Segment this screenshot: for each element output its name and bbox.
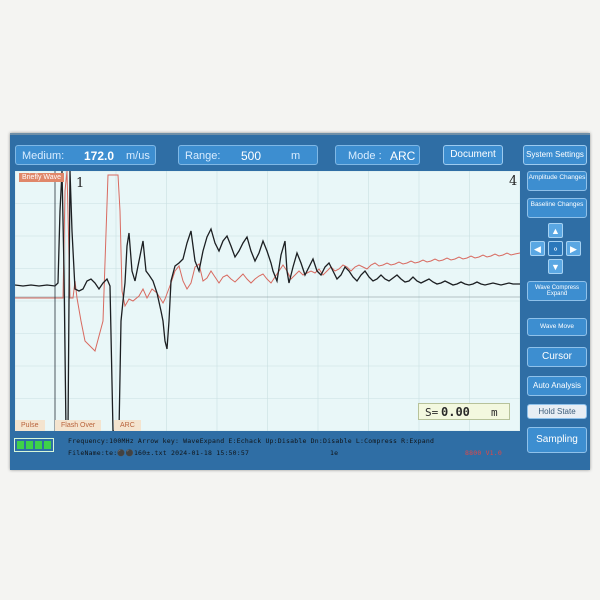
status-line-2: FileName:te:⚫⚫160±.txt 2024-01-18 15:50:…	[68, 449, 250, 457]
cursor-button[interactable]: Cursor	[527, 347, 587, 367]
waveform-svg	[15, 171, 520, 431]
tab-arc[interactable]: ARC	[114, 420, 141, 431]
sampling-button[interactable]: Sampling	[527, 427, 587, 453]
tab-flash-over[interactable]: Flash Over	[55, 420, 102, 431]
distance-value: 0.00	[441, 405, 470, 419]
medium-unit: m/us	[126, 150, 150, 162]
arrow-down-icon[interactable]: ▼	[548, 259, 563, 274]
range-value: 500	[241, 149, 262, 163]
status-line-2-extra: 1e	[330, 449, 339, 457]
mode-field[interactable]: Mode : ARC	[335, 145, 420, 165]
amplitude-changes-button[interactable]: Amplitude Changes	[527, 171, 587, 191]
status-bar: Frequency:100MHz Arrow key: WaveExpand E…	[10, 433, 525, 466]
distance-readout: S= 0.00 m	[418, 403, 510, 420]
arrow-right-icon[interactable]: ▶	[566, 241, 581, 256]
mode-value: ARC	[390, 149, 416, 163]
battery-icon	[14, 438, 54, 452]
arrow-left-icon[interactable]: ◀	[530, 241, 545, 256]
document-button[interactable]: Document	[443, 145, 503, 165]
distance-unit: m	[491, 406, 498, 419]
arrow-up-icon[interactable]: ▲	[548, 223, 563, 238]
auto-analysis-button[interactable]: Auto Analysis	[527, 376, 587, 396]
device-screen: Medium: 172.0 m/us Range: 500 m Mode : A…	[10, 133, 590, 470]
hold-state-button[interactable]: Hold State	[527, 404, 587, 419]
medium-value: 172.0	[84, 149, 115, 163]
version-label: 8800 V1.0	[465, 449, 503, 457]
medium-speed-field[interactable]: Medium: 172.0 m/us	[15, 145, 156, 165]
distance-prefix: S=	[425, 406, 439, 419]
center-icon[interactable]: ⚬	[548, 241, 563, 256]
range-unit: m	[291, 150, 301, 162]
waveform-display[interactable]: Briefly Wave 1 4 Pulse Flash Over ARC S=…	[15, 171, 520, 431]
cursor-4-label: 4	[509, 174, 518, 189]
tab-pulse[interactable]: Pulse	[15, 420, 45, 431]
medium-label: Medium:	[22, 150, 65, 162]
plot-grid	[15, 171, 520, 431]
mode-label: Mode :	[348, 150, 382, 162]
wave-compress-expand-button[interactable]: Wave Compress Expand	[527, 281, 587, 301]
range-field[interactable]: Range: 500 m	[178, 145, 318, 165]
system-settings-button[interactable]: System Settings	[523, 145, 587, 165]
range-label: Range:	[185, 150, 221, 162]
brief-wave-tag: Briefly Wave	[19, 173, 65, 182]
wave-move-button[interactable]: Wave Move	[527, 318, 587, 336]
cursor-1-label: 1	[76, 176, 85, 191]
baseline-changes-button[interactable]: Baseline Changes	[527, 198, 587, 218]
status-line-1: Frequency:100MHz Arrow key: WaveExpand E…	[68, 437, 435, 445]
